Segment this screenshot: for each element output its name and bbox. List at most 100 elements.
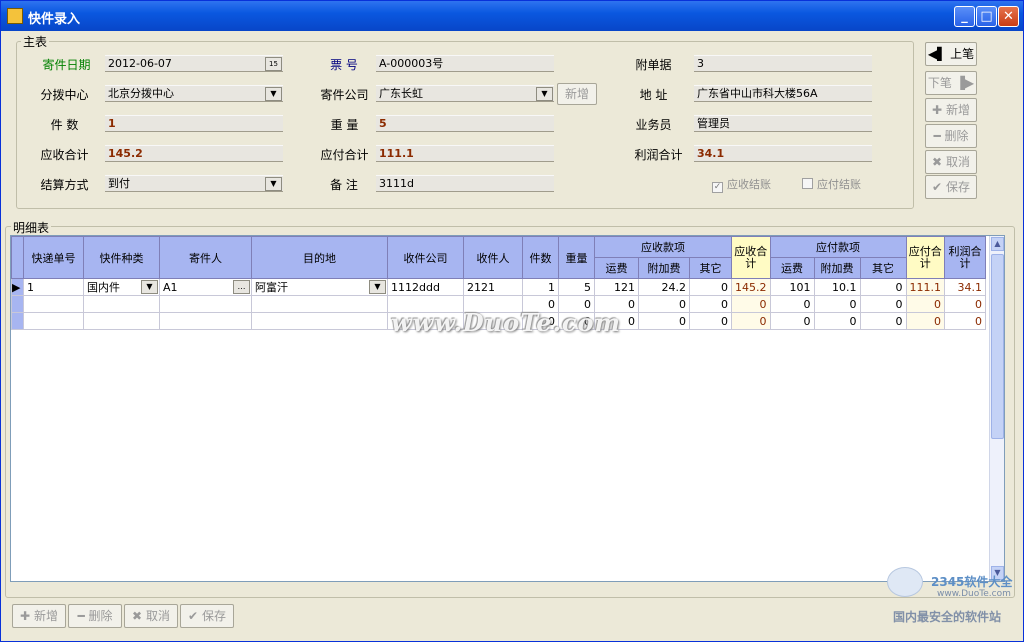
cell-pay-extra[interactable]: 0 [813, 312, 861, 330]
salesman-field[interactable]: 管理员 [694, 115, 872, 132]
bottom-delete-button[interactable]: ━ 删除 [68, 604, 122, 628]
col-recv-company[interactable]: 收件公司 [387, 236, 464, 279]
calendar-icon[interactable]: 15 [265, 57, 282, 71]
cell-tracking-no[interactable] [23, 295, 84, 313]
ellipsis-icon[interactable]: … [233, 280, 250, 294]
col-recv-extra[interactable]: 附加费 [638, 257, 690, 279]
side-delete-label: 删除 [944, 129, 969, 143]
prev-icon: ◀▌ [927, 47, 947, 61]
company-add-button[interactable]: 新增 [557, 83, 597, 105]
chevron-down-icon[interactable]: ▼ [536, 87, 553, 101]
cell-type[interactable] [83, 312, 160, 330]
col-type[interactable]: 快件种类 [83, 236, 160, 279]
cell-pay-other[interactable]: 0 [859, 278, 907, 296]
side-cancel-button[interactable]: ✖ 取消 [925, 150, 977, 174]
bottom-add-button[interactable]: ✚ 新增 [12, 604, 66, 628]
scroll-up-icon[interactable]: ▲ [991, 237, 1004, 251]
cell-recv-extra[interactable]: 24.2 [638, 278, 690, 296]
company-select[interactable]: 广东长虹 ▼ [376, 85, 554, 102]
bottom-cancel-button[interactable]: ✖ 取消 [124, 604, 178, 628]
minus-icon: ━ [933, 129, 941, 143]
chevron-down-icon[interactable]: ▼ [141, 280, 158, 294]
cell-pay-other[interactable]: 0 [859, 312, 907, 330]
chevron-down-icon[interactable]: ▼ [265, 87, 282, 101]
cell-pay-extra[interactable]: 10.1 [813, 278, 861, 296]
minimize-icon[interactable]: _ [954, 6, 975, 27]
next-record-button[interactable]: 下笔 ▐▶ [925, 71, 977, 95]
cell-dest[interactable]: 阿富汗 ▼ [251, 278, 388, 296]
col-profit-total[interactable]: 利润合计 [944, 236, 986, 279]
detail-group-legend: 明细表 [11, 219, 52, 236]
cell-pieces[interactable]: 1 [522, 278, 559, 296]
col-receiver[interactable]: 收件人 [463, 236, 523, 279]
chevron-down-icon[interactable]: ▼ [369, 280, 386, 294]
cell-recv-company[interactable]: 1112ddd [387, 278, 464, 296]
weight-field[interactable]: 5 [376, 115, 554, 132]
cell-pay-extra[interactable]: 0 [813, 295, 861, 313]
col-sender[interactable]: 寄件人 [159, 236, 252, 279]
side-delete-button[interactable]: ━ 删除 [925, 124, 977, 148]
cell-sender[interactable] [159, 295, 252, 313]
cell-recv-freight[interactable]: 121 [594, 278, 639, 296]
col-pay-total[interactable]: 应付合计 [905, 236, 945, 279]
col-tracking-no[interactable]: 快递单号 [23, 236, 84, 279]
ticket-field[interactable]: A-000003号 [376, 55, 554, 72]
remark-field[interactable]: 3111d [376, 175, 554, 192]
side-add-button[interactable]: ✚ 新增 [925, 98, 977, 122]
attach-field[interactable]: 3 [694, 55, 872, 72]
cell-dest-value: 阿富汗 [255, 281, 288, 294]
cell-sender[interactable] [159, 312, 252, 330]
hub-select[interactable]: 北京分拨中心 ▼ [105, 85, 283, 102]
profit-field: 34.1 [694, 145, 872, 162]
cell-receiver[interactable]: 2121 [463, 278, 523, 296]
cell-weight[interactable]: 5 [558, 278, 595, 296]
cell-sender[interactable]: A1… [159, 278, 252, 296]
check-icon: ✓ [712, 182, 723, 193]
cell-tracking-no[interactable] [23, 312, 84, 330]
col-dest[interactable]: 目的地 [251, 236, 388, 279]
prev-label: 上笔 [950, 47, 975, 61]
row-selector-icon[interactable]: ▶ [11, 278, 24, 296]
col-weight[interactable]: 重量 [558, 236, 595, 279]
cell-pay-freight[interactable]: 101 [769, 278, 815, 296]
vertical-scrollbar[interactable]: ▲ ▼ [989, 236, 1004, 581]
table-row[interactable]: ▶ 1 国内件 ▼ A1 … 阿富汗 ▼ 1112ddd 2121 1 5 121 2… [11, 278, 986, 296]
cell-tracking-no[interactable]: 1 [23, 278, 84, 296]
bottom-save-button[interactable]: ✔ 保存 [180, 604, 234, 628]
cell-pay-other[interactable]: 0 [859, 295, 907, 313]
close-icon[interactable]: ✕ [998, 6, 1019, 27]
col-pay-extra[interactable]: 附加费 [813, 257, 861, 279]
maximize-icon[interactable]: □ [976, 6, 997, 27]
cell-pay-freight[interactable]: 0 [769, 312, 815, 330]
settle-select[interactable]: 到付 ▼ [105, 175, 283, 192]
cell-dest[interactable] [251, 312, 388, 330]
cell-recv-other[interactable]: 0 [689, 312, 732, 330]
send-date-field[interactable]: 2012-06-07 15 [105, 55, 283, 72]
cell-pay-freight[interactable]: 0 [769, 295, 815, 313]
col-pay-other[interactable]: 其它 [859, 257, 907, 279]
bottom-delete-label: 删除 [88, 609, 113, 623]
row-selector[interactable] [11, 312, 24, 330]
col-recv-freight[interactable]: 运费 [594, 257, 639, 279]
row-selector[interactable] [11, 295, 24, 313]
cell-recv-other[interactable]: 0 [689, 295, 732, 313]
receivable-settled-checkbox[interactable]: ✓ 应收结账 [712, 176, 771, 193]
side-save-button[interactable]: ✔ 保存 [925, 175, 977, 199]
cell-recv-extra[interactable]: 0 [638, 312, 690, 330]
chevron-down-icon[interactable]: ▼ [265, 177, 282, 191]
col-pay-freight[interactable]: 运费 [769, 257, 815, 279]
payable-settled-checkbox[interactable]: 应付结账 [802, 176, 861, 192]
cell-recv-extra[interactable]: 0 [638, 295, 690, 313]
scroll-thumb[interactable] [991, 254, 1004, 439]
prev-record-button[interactable]: ◀▌ 上笔 [925, 42, 977, 66]
col-pieces[interactable]: 件数 [522, 236, 559, 279]
pieces-field[interactable]: 1 [105, 115, 283, 132]
cell-type[interactable] [83, 295, 160, 313]
cell-pay-total: 111.1 [905, 278, 945, 296]
cell-dest[interactable] [251, 295, 388, 313]
cell-type[interactable]: 国内件 ▼ [83, 278, 160, 296]
cell-recv-other[interactable]: 0 [689, 278, 732, 296]
address-field[interactable]: 广东省中山市科大楼56A [694, 85, 872, 102]
col-recv-other[interactable]: 其它 [689, 257, 732, 279]
col-recv-total[interactable]: 应收合计 [731, 236, 771, 279]
